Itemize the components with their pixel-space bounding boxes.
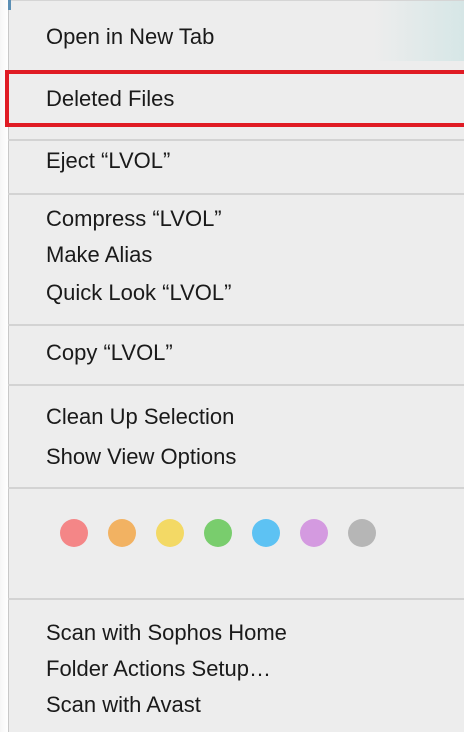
tag-orange-dot[interactable]	[108, 519, 136, 547]
menu-item-eject[interactable]: Eject “LVOL”	[46, 146, 170, 176]
menu-separator	[8, 193, 464, 195]
menu-separator	[8, 139, 464, 141]
tag-red-dot[interactable]	[60, 519, 88, 547]
tag-blue-dot[interactable]	[252, 519, 280, 547]
menu-separator	[8, 384, 464, 386]
tag-gray-dot[interactable]	[348, 519, 376, 547]
window-corner-accent	[8, 0, 11, 10]
menu-item-scan-avast[interactable]: Scan with Avast	[46, 690, 201, 720]
menu-separator	[8, 487, 464, 489]
tag-yellow-dot[interactable]	[156, 519, 184, 547]
menu-item-compress[interactable]: Compress “LVOL”	[46, 204, 222, 234]
menu-item-folder-actions-setup[interactable]: Folder Actions Setup…	[46, 654, 271, 684]
background-tint	[374, 1, 464, 61]
tag-green-dot[interactable]	[204, 519, 232, 547]
tag-purple-dot[interactable]	[300, 519, 328, 547]
menu-item-clean-up-selection[interactable]: Clean Up Selection	[46, 402, 234, 432]
menu-item-copy[interactable]: Copy “LVOL”	[46, 338, 173, 368]
menu-item-quick-look[interactable]: Quick Look “LVOL”	[46, 278, 231, 308]
highlight-box	[5, 70, 464, 127]
menu-separator	[8, 324, 464, 326]
menu-item-show-view-options[interactable]: Show View Options	[46, 442, 236, 472]
menu-item-open-in-new-tab[interactable]: Open in New Tab	[46, 22, 214, 52]
menu-separator	[8, 598, 464, 600]
menu-item-make-alias[interactable]: Make Alias	[46, 240, 152, 270]
menu-item-scan-sophos[interactable]: Scan with Sophos Home	[46, 618, 287, 648]
